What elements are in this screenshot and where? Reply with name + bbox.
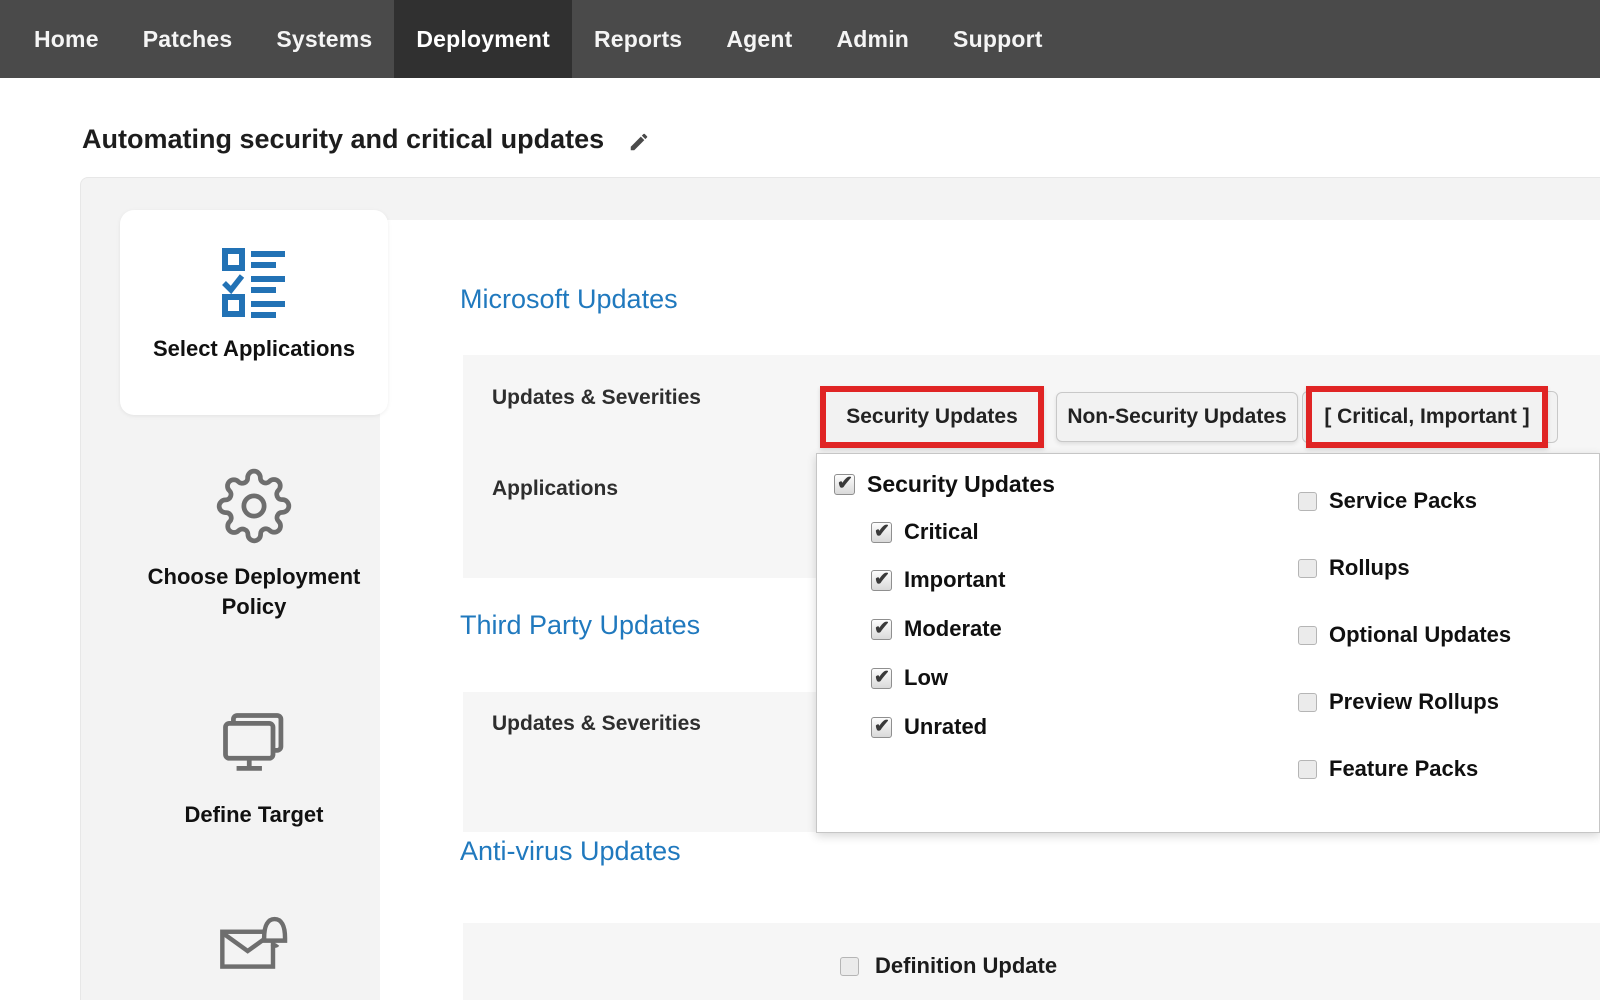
checkbox-label[interactable]: Definition Update	[875, 953, 1057, 979]
updates-severities-label-third-party: Updates & Severities	[492, 712, 701, 736]
page-title-row: Automating security and critical updates	[82, 124, 650, 155]
checkbox-label[interactable]: Security Updates	[867, 471, 1055, 498]
section-title-microsoft-updates: Microsoft Updates	[460, 284, 678, 315]
moderate-checkbox[interactable]	[871, 619, 892, 640]
patch-deployment-page: Home Patches Systems Deployment Reports …	[0, 0, 1600, 1000]
top-navigation: Home Patches Systems Deployment Reports …	[0, 0, 1600, 78]
wizard-step-label: Choose Deployment Policy	[120, 562, 388, 622]
severity-summary-button[interactable]: [ Critical, Important ]	[1324, 405, 1529, 429]
preview-rollups-checkbox[interactable]	[1298, 693, 1317, 712]
checkbox-row-feature-packs[interactable]: Feature Packs	[1298, 756, 1478, 782]
optional-updates-checkbox[interactable]	[1298, 626, 1317, 645]
checkbox-label[interactable]: Low	[904, 665, 948, 691]
mail-bell-icon	[216, 908, 292, 984]
rollups-checkbox[interactable]	[1298, 559, 1317, 578]
nav-item-support[interactable]: Support	[931, 0, 1065, 78]
nav-item-patches[interactable]: Patches	[121, 0, 255, 78]
definition-update-checkbox[interactable]	[840, 957, 859, 976]
non-security-updates-button[interactable]: Non-Security Updates	[1056, 392, 1298, 442]
section-title-antivirus-updates: Anti-virus Updates	[460, 836, 681, 867]
checkbox-row-security-updates[interactable]: Security Updates	[834, 471, 1055, 498]
annotation-highlight-security-updates: Security Updates	[820, 386, 1044, 448]
checkbox-row-optional-updates[interactable]: Optional Updates	[1298, 622, 1511, 648]
checkbox-row-definition-update[interactable]: Definition Update	[840, 953, 1057, 979]
checkbox-label[interactable]: Preview Rollups	[1329, 689, 1499, 715]
section-title-third-party-updates: Third Party Updates	[460, 610, 700, 641]
wizard-step-label: Define Target	[185, 800, 324, 830]
nav-item-reports[interactable]: Reports	[572, 0, 704, 78]
wizard-step-choose-deployment-policy[interactable]: Choose Deployment Policy	[120, 468, 388, 622]
service-packs-checkbox[interactable]	[1298, 492, 1317, 511]
checkbox-row-moderate[interactable]: Moderate	[871, 616, 1002, 642]
checkbox-label[interactable]: Service Packs	[1329, 488, 1477, 514]
applications-label: Applications	[492, 477, 618, 501]
updates-severities-label: Updates & Severities	[492, 386, 701, 410]
checkbox-label[interactable]: Unrated	[904, 714, 987, 740]
checkbox-row-service-packs[interactable]: Service Packs	[1298, 488, 1477, 514]
nav-item-deployment[interactable]: Deployment	[394, 0, 572, 78]
edit-pencil-icon[interactable]	[628, 131, 650, 153]
checkbox-row-important[interactable]: Important	[871, 567, 1005, 593]
checkbox-label[interactable]: Critical	[904, 519, 979, 545]
unrated-checkbox[interactable]	[871, 717, 892, 738]
checklist-icon	[217, 246, 291, 320]
nav-item-systems[interactable]: Systems	[254, 0, 394, 78]
checkbox-row-low[interactable]: Low	[871, 665, 948, 691]
checkbox-row-rollups[interactable]: Rollups	[1298, 555, 1410, 581]
important-checkbox[interactable]	[871, 570, 892, 591]
page-title: Automating security and critical updates	[82, 124, 604, 155]
gear-icon	[216, 468, 292, 544]
annotation-highlight-severity-summary: [ Critical, Important ]	[1306, 386, 1548, 448]
checkbox-label[interactable]: Optional Updates	[1329, 622, 1511, 648]
wizard-step-select-applications[interactable]: Select Applications	[120, 210, 388, 415]
feature-packs-checkbox[interactable]	[1298, 760, 1317, 779]
checkbox-label[interactable]: Feature Packs	[1329, 756, 1478, 782]
checkbox-row-critical[interactable]: Critical	[871, 519, 979, 545]
security-updates-checkbox[interactable]	[834, 474, 855, 495]
checkbox-row-unrated[interactable]: Unrated	[871, 714, 987, 740]
wizard-step-notification[interactable]	[120, 908, 388, 984]
monitor-icon	[216, 706, 292, 782]
checkbox-label[interactable]: Rollups	[1329, 555, 1410, 581]
security-updates-button[interactable]: Security Updates	[846, 405, 1018, 429]
wizard-step-define-target[interactable]: Define Target	[120, 706, 388, 830]
nav-item-agent[interactable]: Agent	[704, 0, 814, 78]
checkbox-label[interactable]: Moderate	[904, 616, 1002, 642]
security-updates-dropdown: Security Updates Critical Important Mode…	[816, 453, 1600, 833]
checkbox-label[interactable]: Important	[904, 567, 1005, 593]
low-checkbox[interactable]	[871, 668, 892, 689]
nav-item-admin[interactable]: Admin	[814, 0, 931, 78]
critical-checkbox[interactable]	[871, 522, 892, 543]
checkbox-row-preview-rollups[interactable]: Preview Rollups	[1298, 689, 1499, 715]
nav-item-home[interactable]: Home	[12, 0, 121, 78]
wizard-step-label: Select Applications	[153, 336, 355, 362]
